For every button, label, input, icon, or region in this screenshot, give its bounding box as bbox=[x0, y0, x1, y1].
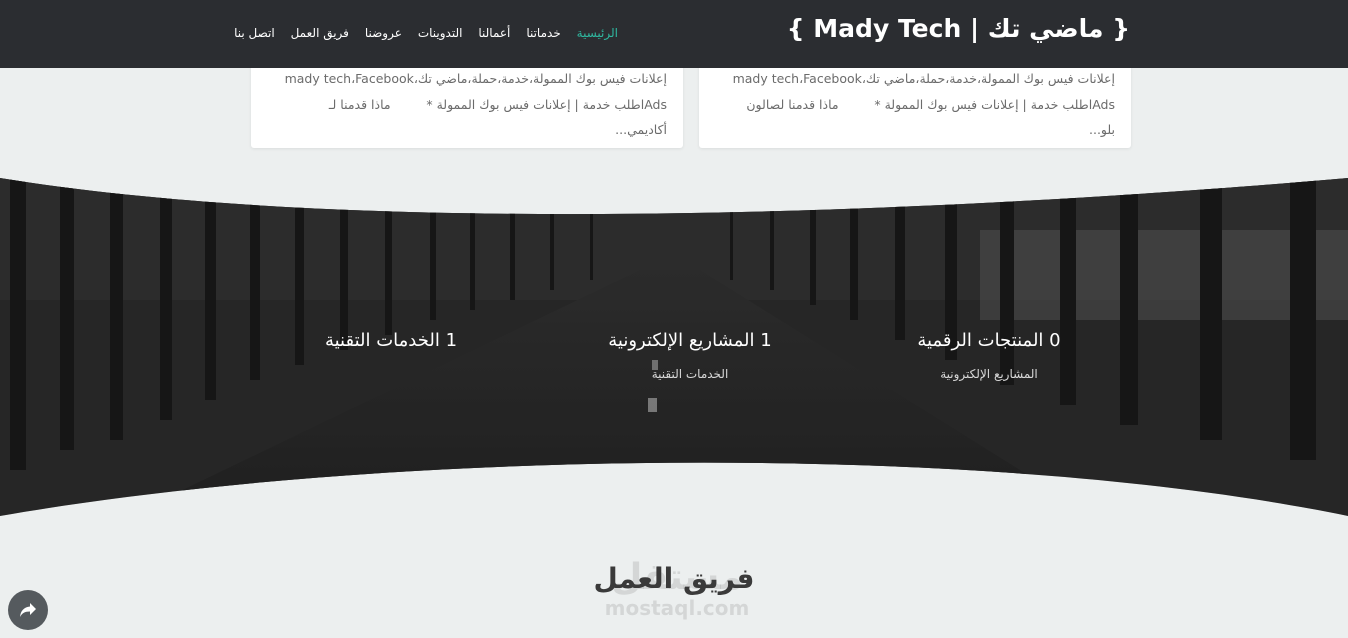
nav-team[interactable]: فريق العمل bbox=[291, 26, 349, 40]
stat-title: 0 المنتجات الرقمية bbox=[917, 330, 1061, 351]
post-excerpt-line: بلو... bbox=[1089, 122, 1115, 137]
stats-section: 0 المنتجات الرقمية المشاريع الإلكترونية … bbox=[0, 170, 1348, 520]
post-excerpt: إعلانات فيس بوك الممولة،خدمة،حملة،ماضي ت… bbox=[715, 66, 1115, 143]
nav-services[interactable]: خدماتنا bbox=[526, 26, 560, 40]
nav-home[interactable]: الرئيسية bbox=[577, 26, 618, 40]
team-section-title: فريق العمل bbox=[593, 562, 755, 595]
stat-title: 1 المشاريع الإلكترونية bbox=[608, 330, 772, 351]
watermark-latin: mostaql.com bbox=[604, 596, 750, 620]
stat-title: 1 الخدمات التقنية bbox=[324, 330, 458, 351]
share-button[interactable] bbox=[8, 590, 48, 630]
nav-works[interactable]: أعمالنا bbox=[478, 26, 510, 40]
brand-logo[interactable]: { Mady Tech | ماضي تك } bbox=[787, 14, 1130, 43]
main-nav: الرئيسية خدماتنا أعمالنا التدوينات عروضن… bbox=[234, 26, 618, 40]
post-excerpt: إعلانات فيس بوك الممولة،خدمة،حملة،ماضي ت… bbox=[267, 66, 667, 143]
post-excerpt-line: أكاديمي... bbox=[615, 122, 667, 137]
stat-digital-products: 0 المنتجات الرقمية المشاريع الإلكترونية bbox=[839, 330, 1139, 381]
stat-subtitle: الخدمات التقنية bbox=[651, 367, 729, 381]
nav-blog[interactable]: التدوينات bbox=[418, 26, 463, 40]
share-arrow-icon bbox=[20, 603, 36, 617]
post-excerpt-line: إعلانات فيس بوك الممولة،خدمة،حملة،ماضي ت… bbox=[284, 71, 667, 86]
nav-contact[interactable]: اتصل بنا bbox=[234, 26, 275, 40]
stat-subtitle: المشاريع الإلكترونية bbox=[940, 367, 1038, 381]
stat-e-projects: 1 المشاريع الإلكترونية الخدمات التقنية bbox=[540, 330, 840, 381]
post-excerpt-line: Adsاطلب خدمة | إعلانات فيس بوك الممولة *… bbox=[746, 96, 1115, 112]
nav-offers[interactable]: عروضنا bbox=[365, 26, 402, 40]
post-excerpt-line: إعلانات فيس بوك الممولة،خدمة،حملة،ماضي ت… bbox=[732, 71, 1115, 86]
stat-tech-services: 1 الخدمات التقنية bbox=[241, 330, 541, 351]
post-excerpt-line: Adsاطلب خدمة | إعلانات فيس بوك الممولة *… bbox=[328, 96, 667, 112]
top-navbar: { Mady Tech | ماضي تك } الرئيسية خدماتنا… bbox=[0, 0, 1348, 68]
